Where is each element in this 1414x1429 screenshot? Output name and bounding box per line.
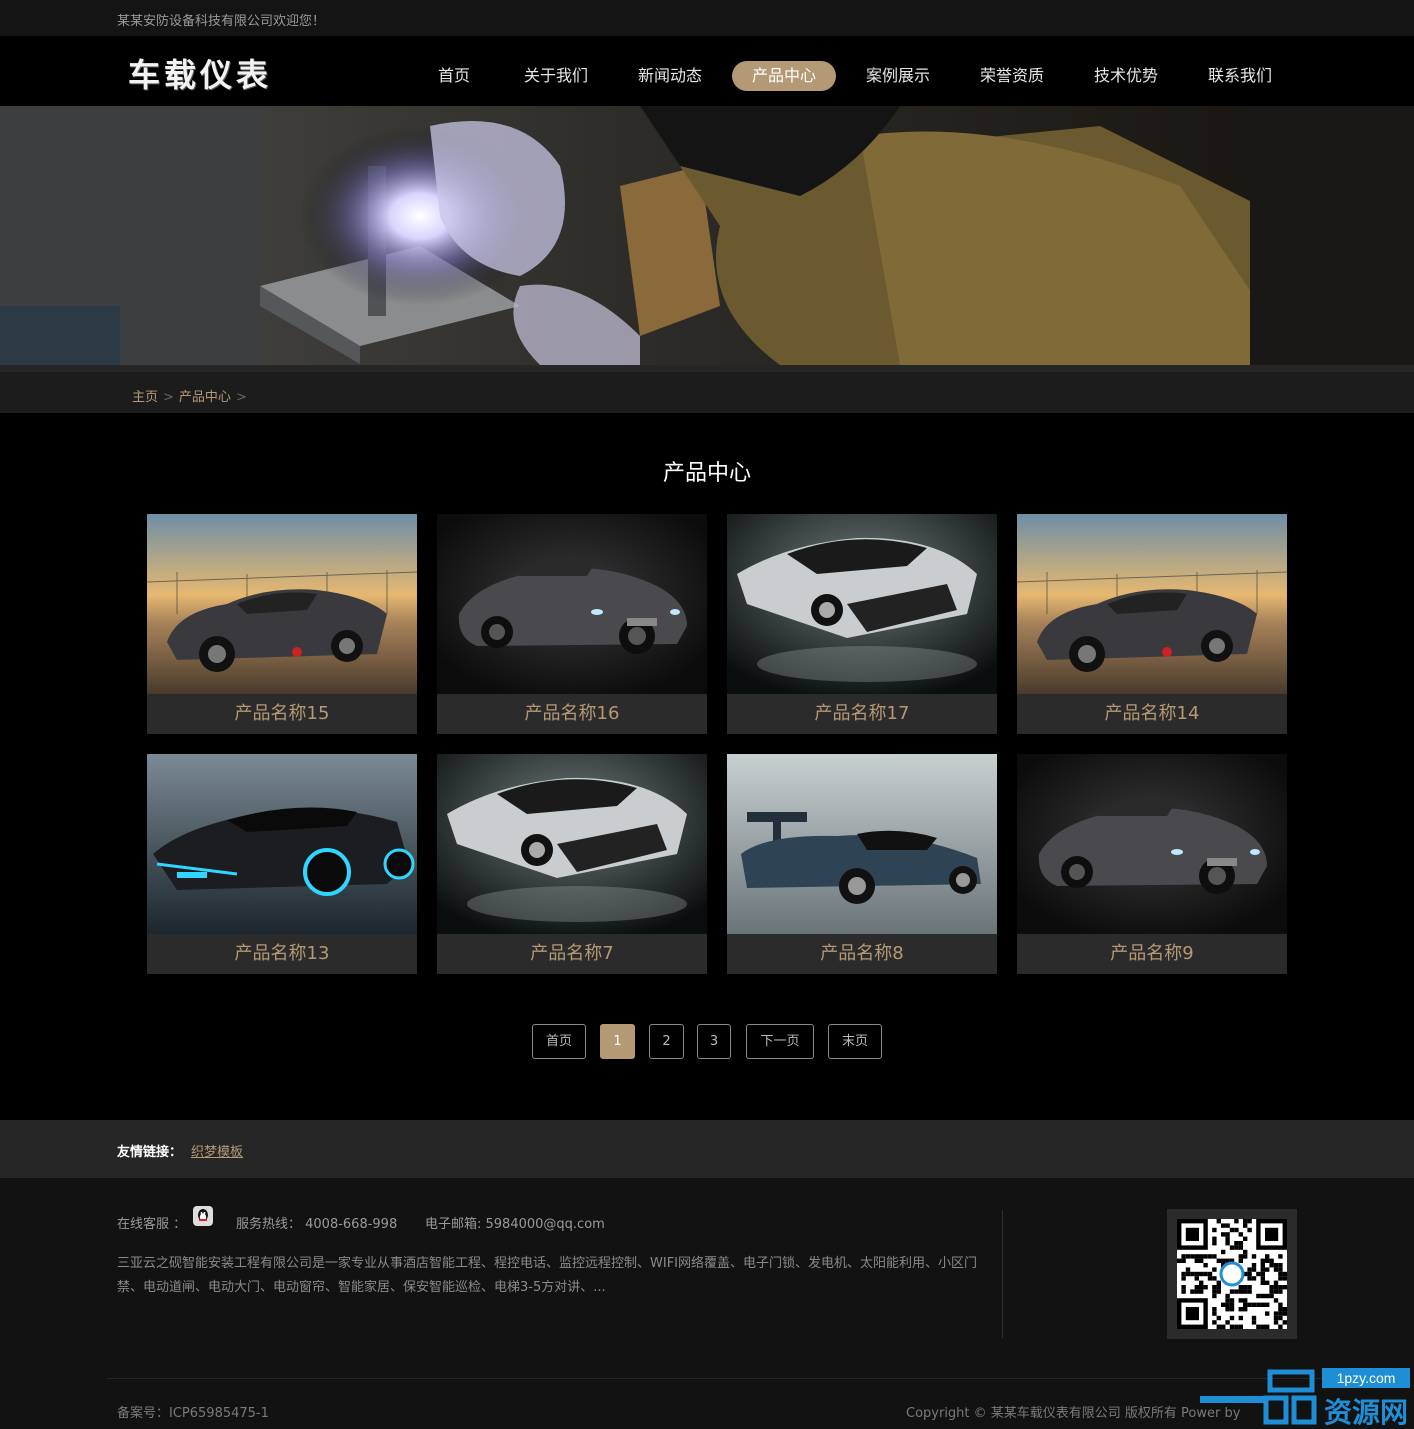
product-image[interactable]	[437, 754, 707, 934]
product-name[interactable]: 产品名称7	[437, 934, 707, 974]
watermark-domain: 1pzy.com	[1337, 1370, 1396, 1386]
product-card[interactable]: 产品名称17	[727, 514, 997, 734]
company-description: 三亚云之砚智能安装工程有限公司是一家专业从事酒店智能工程、程控电话、监控远程控制…	[117, 1256, 978, 1295]
nav-products[interactable]: 产品中心	[732, 61, 836, 91]
product-image[interactable]	[727, 754, 997, 934]
nav-cases[interactable]: 案例展示	[852, 61, 944, 91]
product-card[interactable]: 产品名称7	[437, 754, 707, 974]
qr-code	[1167, 1209, 1297, 1339]
breadcrumb-trailing-separator: >	[235, 390, 247, 405]
product-name[interactable]: 产品名称17	[727, 694, 997, 734]
header: 车载仪表 首页 关于我们 新闻动态 产品中心 案例展示 荣誉资质 技术优势 联系…	[0, 36, 1414, 106]
product-card[interactable]: 产品名称14	[1017, 514, 1287, 734]
product-name[interactable]: 产品名称16	[437, 694, 707, 734]
breadcrumb-bar: 主页 > 产品中心 >	[0, 365, 1414, 413]
breadcrumb: 主页 > 产品中心 >	[132, 386, 252, 405]
pagination-next[interactable]: 下一页	[746, 1024, 814, 1059]
welcome-text: 某某安防设备科技有限公司欢迎您！	[117, 14, 326, 29]
product-name[interactable]: 产品名称9	[1017, 934, 1287, 974]
product-card[interactable]: 产品名称15	[147, 514, 417, 734]
section-title: 产品中心	[662, 461, 751, 486]
nav-about[interactable]: 关于我们	[510, 61, 602, 91]
product-name[interactable]: 产品名称15	[147, 694, 417, 734]
friend-link[interactable]: 织梦模板	[191, 1141, 243, 1160]
nav-technology[interactable]: 技术优势	[1080, 61, 1172, 91]
pagination-page-3[interactable]: 3	[697, 1024, 731, 1059]
pagination-first[interactable]: 首页	[532, 1024, 586, 1059]
nav-contact[interactable]: 联系我们	[1194, 61, 1286, 91]
pagination-last[interactable]: 末页	[828, 1024, 882, 1059]
product-name[interactable]: 产品名称13	[147, 934, 417, 974]
site-logo[interactable]: 车载仪表	[128, 50, 272, 96]
breadcrumb-separator: >	[163, 390, 174, 405]
copyright-text: Copyright © 某某车载仪表有限公司 版权所有 Power by	[906, 1406, 1241, 1421]
product-card[interactable]: 产品名称8	[727, 754, 997, 974]
footer-divider	[1002, 1210, 1003, 1338]
breadcrumb-current-link[interactable]: 产品中心	[179, 390, 231, 405]
pagination-page-1[interactable]: 1	[600, 1024, 635, 1059]
banner-welding-image	[0, 106, 1414, 365]
watermark-text: 资源网	[1324, 1396, 1408, 1429]
product-image[interactable]	[1017, 514, 1287, 694]
product-image[interactable]	[437, 514, 707, 694]
icp-number: 备案号：ICP65985475-1	[117, 1406, 269, 1421]
product-image[interactable]	[147, 514, 417, 694]
site-watermark-logo: 1pzy.com 资源网	[1200, 1368, 1414, 1429]
nav-honors[interactable]: 荣誉资质	[966, 61, 1058, 91]
contact-email: 电子邮箱: 5984000@qq.com	[425, 1217, 605, 1232]
product-card[interactable]: 产品名称13	[147, 754, 417, 974]
product-name[interactable]: 产品名称8	[727, 934, 997, 974]
friend-links-bar: 友情链接： 织梦模板	[0, 1120, 1414, 1178]
service-hotline: 服务热线： 4008-668-998	[236, 1217, 398, 1232]
product-name[interactable]: 产品名称14	[1017, 694, 1287, 734]
pagination-page-2[interactable]: 2	[649, 1024, 684, 1059]
online-service-label: 在线客服 ：	[117, 1217, 187, 1232]
nav-home[interactable]: 首页	[420, 61, 488, 91]
product-image[interactable]	[147, 754, 417, 934]
product-card[interactable]: 产品名称9	[1017, 754, 1287, 974]
top-bar: 某某安防设备科技有限公司欢迎您！	[0, 0, 1414, 36]
nav-news[interactable]: 新闻动态	[624, 61, 716, 91]
product-card[interactable]: 产品名称16	[437, 514, 707, 734]
friend-links-label: 友情链接：	[117, 1145, 183, 1160]
breadcrumb-home-link[interactable]: 主页	[132, 390, 158, 405]
product-image[interactable]	[727, 514, 997, 694]
qq-icon[interactable]	[193, 1206, 213, 1226]
product-image[interactable]	[1017, 754, 1287, 934]
